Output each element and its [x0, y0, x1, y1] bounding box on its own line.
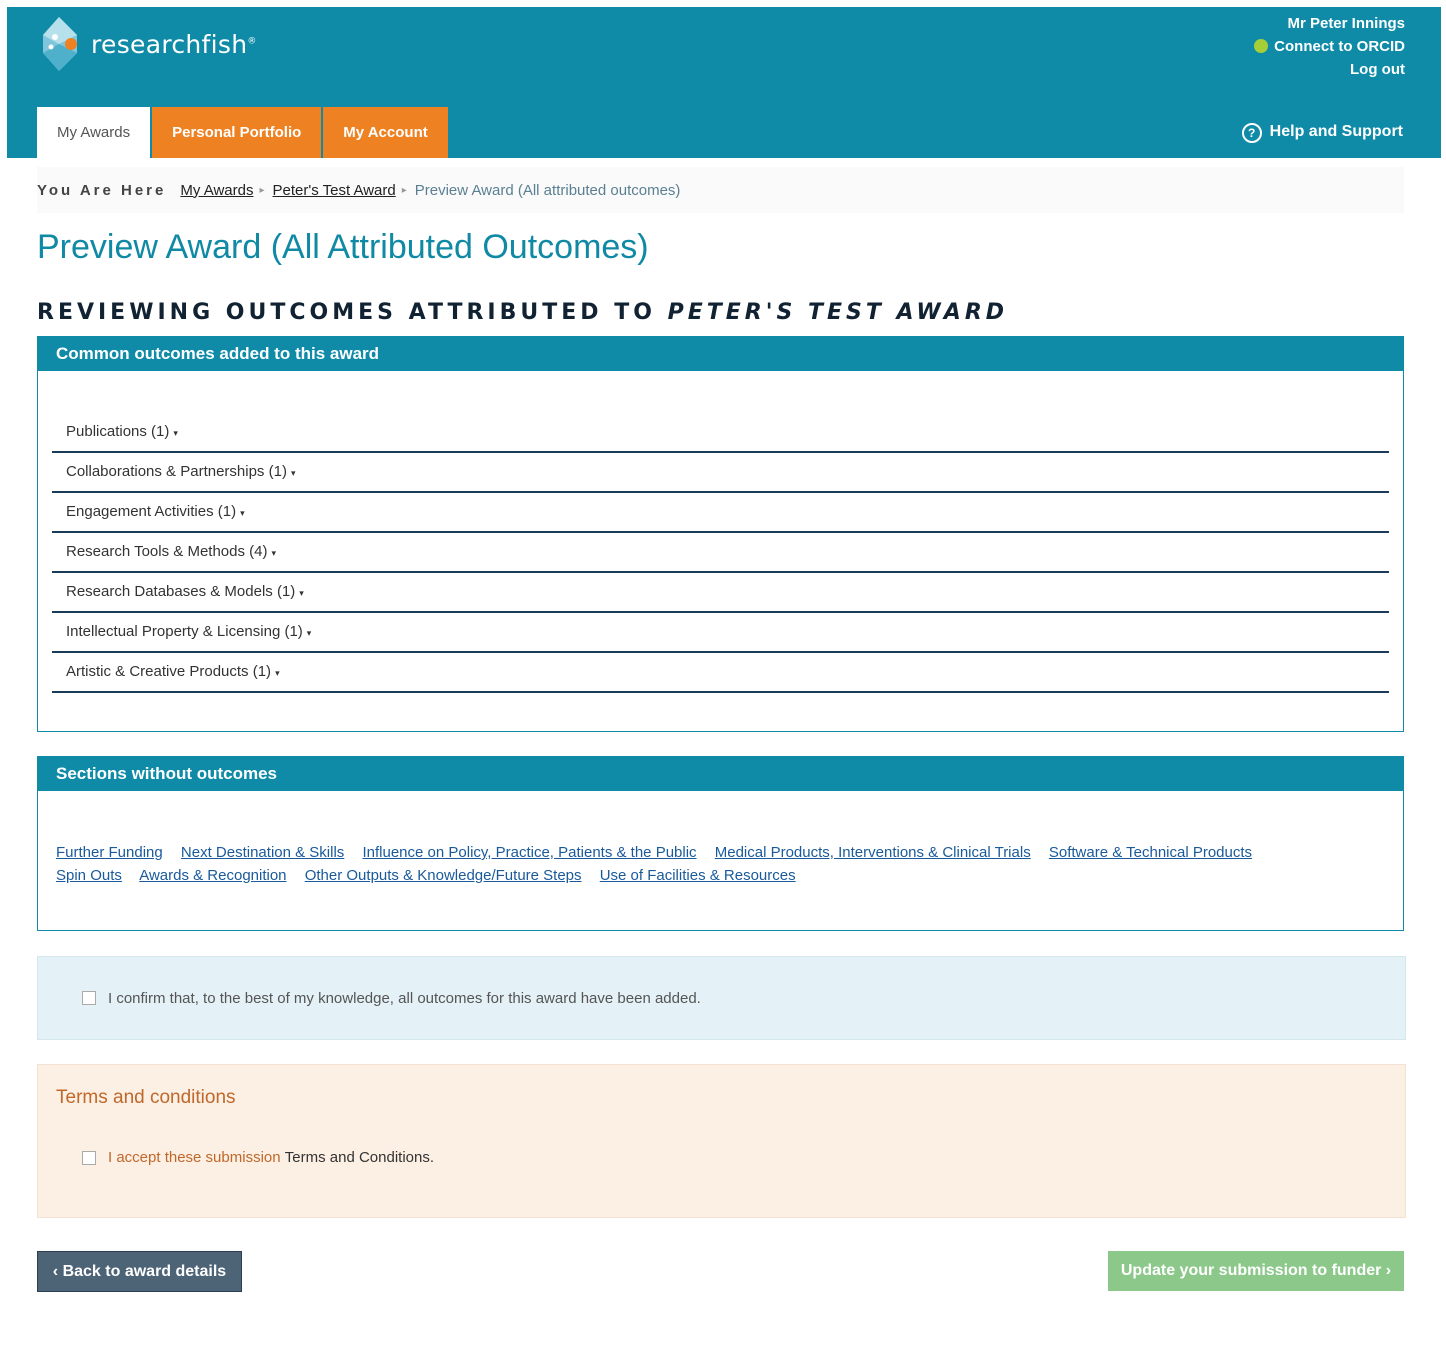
sections-without-outcomes-panel: Sections without outcomes Further Fundin… — [37, 756, 1404, 931]
tab-my-account[interactable]: My Account — [323, 107, 448, 158]
update-submission-button[interactable]: Update your submission to funder › — [1108, 1251, 1404, 1291]
orcid-link[interactable]: Connect to ORCID — [1254, 35, 1405, 58]
section-link-further-funding[interactable]: Further Funding — [56, 844, 163, 861]
terms-box: Terms and conditions I accept these subm… — [37, 1064, 1406, 1218]
terms-label: I accept these submission — [108, 1149, 281, 1166]
site-header: researchfish® Mr Peter Innings Connect t… — [7, 7, 1441, 158]
outcome-item-collaborations[interactable]: Collaborations & Partnerships (1) ▾ — [52, 453, 1389, 493]
caret-down-icon: ▾ — [271, 548, 277, 558]
common-outcomes-panel: Common outcomes added to this award Publ… — [37, 336, 1404, 732]
chevron-right-icon: ▸ — [401, 184, 407, 196]
logo-text: researchfish® — [91, 29, 257, 59]
caret-down-icon: ▾ — [275, 668, 280, 678]
outcome-item-publications[interactable]: Publications (1) ▾ — [52, 413, 1389, 453]
tab-personal-portfolio[interactable]: Personal Portfolio — [152, 107, 322, 158]
section-link-use-of-facilities[interactable]: Use of Facilities & Resources — [600, 867, 796, 884]
chevron-right-icon: ▸ — [259, 184, 265, 196]
logout-link[interactable]: Log out — [1254, 58, 1405, 81]
outcome-item-intellectual-property[interactable]: Intellectual Property & Licensing (1) ▾ — [52, 613, 1389, 653]
outcome-item-artistic-products[interactable]: Artistic & Creative Products (1) ▾ — [52, 653, 1389, 693]
tab-my-awards[interactable]: My Awards — [37, 107, 151, 158]
outcome-item-research-tools[interactable]: Research Tools & Methods (4) ▾ — [52, 533, 1389, 573]
section-link-influence-on-policy[interactable]: Influence on Policy, Practice, Patients … — [362, 844, 696, 861]
fish-logo-icon — [43, 17, 77, 71]
section-link-software[interactable]: Software & Technical Products — [1049, 844, 1252, 861]
caret-down-icon: ▾ — [240, 508, 245, 518]
help-and-support-link[interactable]: ? Help and Support — [1241, 123, 1403, 143]
terms-link[interactable]: Terms and Conditions. — [285, 1149, 434, 1166]
breadcrumb-current: Preview Award (All attributed outcomes) — [414, 181, 681, 199]
page-title: Preview Award (All Attributed Outcomes) — [37, 228, 649, 266]
confirm-label: I confirm that, to the best of my knowle… — [108, 989, 701, 1007]
breadcrumb-my-awards[interactable]: My Awards — [180, 182, 253, 199]
user-name: Mr Peter Innings — [1287, 15, 1405, 32]
user-block: Mr Peter Innings Connect to ORCID Log ou… — [1254, 12, 1405, 81]
confirm-checkbox[interactable] — [82, 991, 96, 1005]
main-nav-tabs: My Awards Personal Portfolio My Account — [37, 107, 448, 158]
orcid-icon — [1254, 39, 1269, 53]
question-circle-icon: ? — [1241, 123, 1262, 143]
breadcrumb-prefix: You Are Here — [37, 181, 167, 199]
caret-down-icon: ▾ — [299, 588, 304, 598]
section-link-awards-recognition[interactable]: Awards & Recognition — [139, 867, 286, 884]
caret-down-icon: ▾ — [306, 628, 312, 638]
caret-down-icon: ▾ — [173, 428, 178, 438]
section-link-medical-products[interactable]: Medical Products, Interventions & Clinic… — [715, 844, 1031, 861]
section-link-next-destination[interactable]: Next Destination & Skills — [181, 844, 344, 861]
outcome-item-engagement[interactable]: Engagement Activities (1) ▾ — [52, 493, 1389, 533]
outcome-list: Publications (1) ▾ Collaborations & Partn… — [52, 413, 1389, 693]
caret-down-icon: ▾ — [290, 468, 296, 478]
section-links: Further Funding Next Destination & Skill… — [56, 841, 1385, 887]
terms-checkbox[interactable] — [82, 1150, 96, 1165]
section-link-other-outputs[interactable]: Other Outputs & Knowledge/Future Steps — [305, 867, 582, 884]
back-to-award-details-button[interactable]: ‹ Back to award details — [37, 1251, 242, 1292]
terms-title: Terms and conditions — [56, 1087, 236, 1108]
confirm-box: I confirm that, to the best of my knowle… — [37, 956, 1406, 1040]
researchfish-logo[interactable]: researchfish® — [37, 13, 257, 75]
chevron-right-icon: › — [1385, 1262, 1392, 1279]
sections-without-heading: Sections without outcomes — [38, 757, 1403, 791]
breadcrumb: You Are Here My Awards ▸ Peter's Test Aw… — [37, 167, 1404, 213]
terms-row: I accept these submission Terms and Cond… — [38, 1149, 434, 1166]
section-link-spin-outs[interactable]: Spin Outs — [56, 867, 122, 884]
outcome-item-research-databases[interactable]: Research Databases & Models (1) ▾ — [52, 573, 1389, 613]
common-outcomes-heading: Common outcomes added to this award — [38, 337, 1403, 371]
section-subtitle: REVIEWING OUTCOMES ATTRIBUTED TO PETER'S… — [37, 300, 1009, 325]
breadcrumb-award[interactable]: Peter's Test Award — [273, 182, 396, 199]
chevron-left-icon: ‹ — [52, 1263, 59, 1280]
